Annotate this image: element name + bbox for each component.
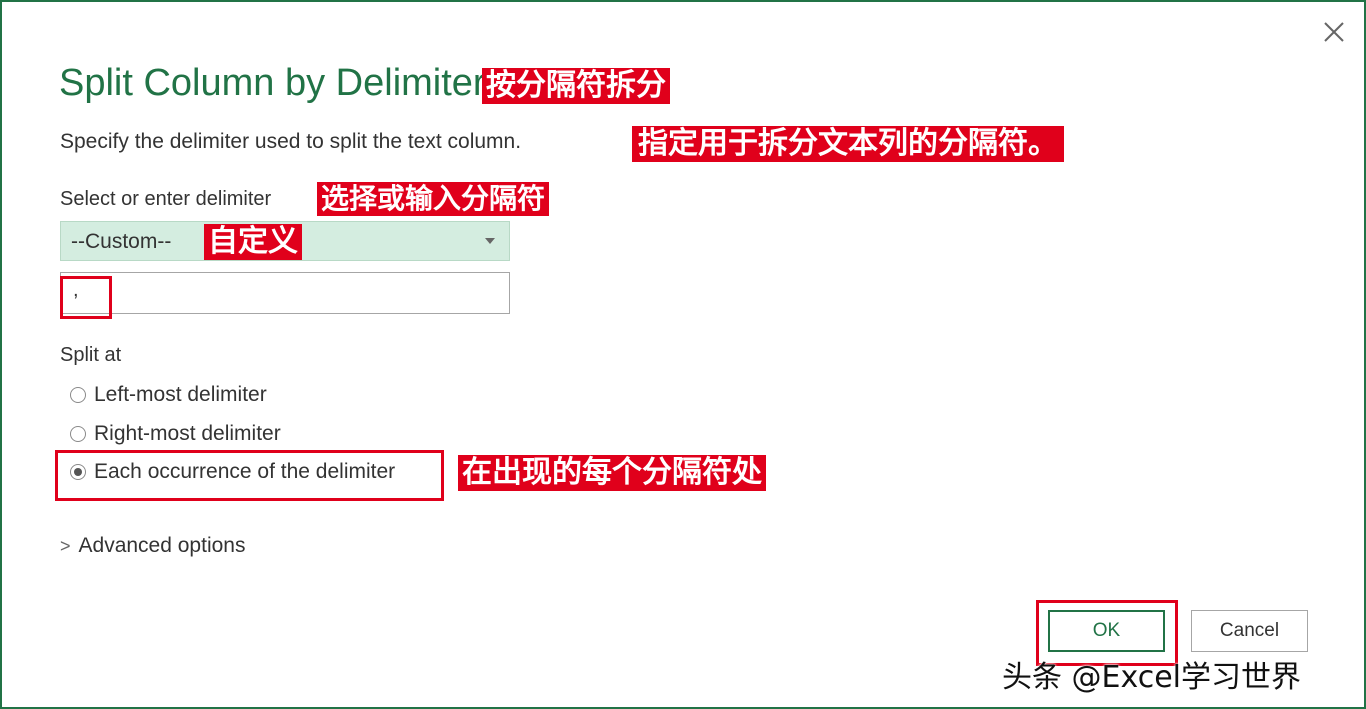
chevron-right-icon: >: [60, 535, 71, 556]
watermark: 头条 @Excel学习世界: [1002, 660, 1302, 695]
custom-annotation: 自定义: [204, 224, 302, 260]
chevron-down-icon: [485, 238, 495, 244]
radio-label-right-most: Right-most delimiter: [94, 422, 281, 445]
dialog-title: Split Column by Delimiter: [59, 62, 486, 104]
radio-button[interactable]: [70, 426, 86, 442]
each-occurrence-annotation: 在出现的每个分隔符处: [458, 455, 766, 491]
ok-button[interactable]: OK: [1048, 610, 1165, 652]
advanced-options-label: Advanced options: [78, 534, 246, 557]
split-at-label: Split at: [60, 344, 122, 366]
delimiter-label-annotation: 选择或输入分隔符: [317, 182, 550, 216]
radio-left-most[interactable]: Left-most delimiter: [70, 382, 267, 408]
custom-delimiter-input[interactable]: ,: [60, 272, 510, 314]
custom-delimiter-highlight: [60, 276, 112, 319]
radio-right-most[interactable]: Right-most delimiter: [70, 421, 281, 447]
radio-label-left-most: Left-most delimiter: [94, 383, 267, 406]
cancel-button[interactable]: Cancel: [1191, 610, 1308, 652]
description-annotation: 指定用于拆分文本列的分隔符。: [632, 126, 1064, 162]
close-icon[interactable]: [1320, 18, 1348, 46]
radio-button[interactable]: [70, 387, 86, 403]
dialog-description: Specify the delimiter used to split the …: [60, 130, 522, 153]
delimiter-select-value: --Custom--: [71, 230, 172, 253]
delimiter-label: Select or enter delimiter: [60, 188, 272, 210]
split-column-dialog: Split Column by Delimiter 按分隔符拆分 Specify…: [0, 0, 1366, 709]
title-annotation: 按分隔符拆分: [482, 68, 670, 104]
each-occurrence-highlight: [55, 450, 444, 501]
advanced-options-toggle[interactable]: > Advanced options: [60, 534, 245, 558]
